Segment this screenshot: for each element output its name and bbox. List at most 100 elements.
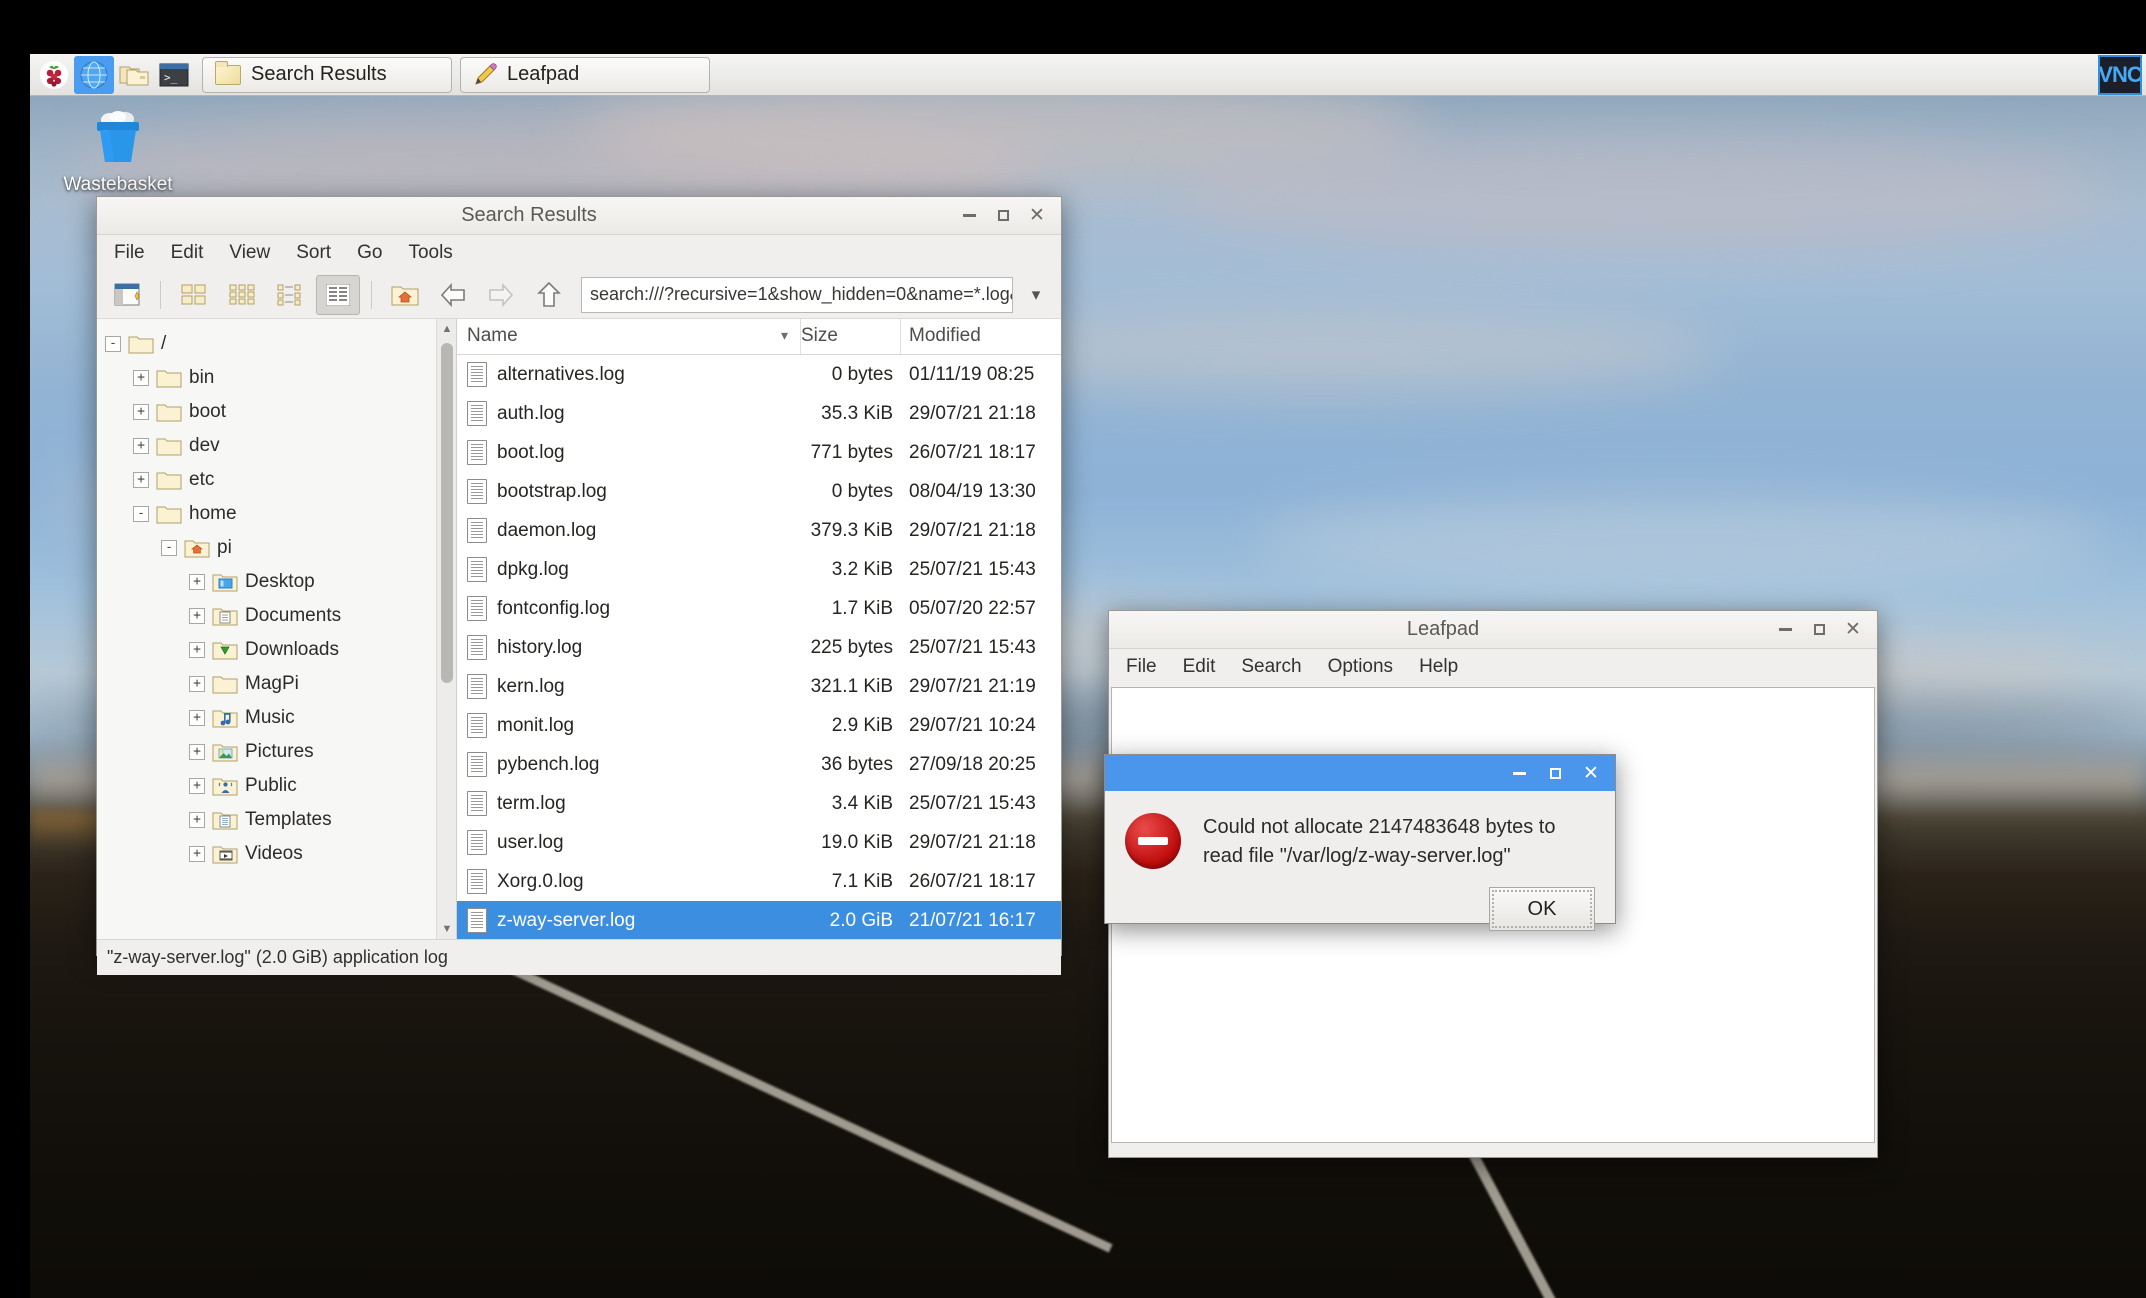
expand-toggle-icon[interactable]: + [189, 642, 205, 658]
tree-item-pi[interactable]: - pi [105, 531, 456, 565]
menu-help[interactable]: Help [1416, 654, 1461, 680]
collapse-toggle-icon[interactable]: - [161, 540, 177, 556]
file-row[interactable]: alternatives.log 0 bytes 01/11/19 08:25 [457, 355, 1061, 394]
up-button[interactable] [527, 275, 571, 315]
menu-file[interactable]: File [111, 240, 148, 266]
menu-options[interactable]: Options [1325, 654, 1396, 680]
tree-item-home[interactable]: - home [105, 497, 456, 531]
folder-icon [156, 506, 182, 523]
taskbar-task-leafpad[interactable]: Leafpad [460, 56, 710, 93]
file-row[interactable]: fontconfig.log 1.7 KiB 05/07/20 22:57 [457, 589, 1061, 628]
tree-item-templates[interactable]: + Templates [105, 803, 456, 837]
expand-toggle-icon[interactable]: + [133, 404, 149, 420]
scroll-up-arrow-icon[interactable]: ▲ [437, 319, 456, 339]
launcher-raspberry-menu[interactable] [34, 56, 74, 94]
launcher-terminal[interactable]: >_ [154, 56, 194, 94]
menu-sort[interactable]: Sort [293, 240, 334, 266]
compact-view-button[interactable] [220, 275, 264, 315]
forward-button[interactable] [479, 275, 523, 315]
menu-tools[interactable]: Tools [405, 240, 455, 266]
file-list-pane: Name ▾ Size Modified alternatives.log 0 b… [457, 319, 1061, 939]
ok-button[interactable]: OK [1489, 887, 1595, 931]
file-row[interactable]: monit.log 2.9 KiB 29/07/21 10:24 [457, 706, 1061, 745]
expand-toggle-icon[interactable]: + [189, 710, 205, 726]
expand-toggle-icon[interactable]: + [133, 370, 149, 386]
tree-item-magpi[interactable]: + MagPi [105, 667, 456, 701]
menu-edit[interactable]: Edit [1180, 654, 1219, 680]
file-modified-cell: 26/07/21 18:17 [909, 441, 1036, 463]
tree-item-public[interactable]: + Public [105, 769, 456, 803]
expand-toggle-icon[interactable]: + [189, 676, 205, 692]
maximize-button[interactable] [995, 206, 1011, 225]
home-button[interactable] [383, 275, 427, 315]
tree-item-desktop[interactable]: + Desktop [105, 565, 456, 599]
tree-item-dev[interactable]: + dev [105, 429, 456, 463]
file-row[interactable]: user.log 19.0 KiB 29/07/21 21:18 [457, 823, 1061, 862]
maximize-button[interactable] [1811, 620, 1827, 639]
taskbar-task-search-results[interactable]: Search Results [202, 56, 452, 93]
expand-toggle-icon[interactable]: + [189, 846, 205, 862]
column-header-size[interactable]: Size [801, 319, 901, 354]
expand-toggle-icon[interactable]: + [133, 472, 149, 488]
file-row[interactable]: dpkg.log 3.2 KiB 25/07/21 15:43 [457, 550, 1061, 589]
tree-item-downloads[interactable]: + Downloads [105, 633, 456, 667]
sidebar-scrollbar[interactable]: ▲ ▼ [436, 319, 456, 939]
launcher-file-manager[interactable] [114, 56, 154, 94]
file-row[interactable]: auth.log 35.3 KiB 29/07/21 21:18 [457, 394, 1061, 433]
menu-file[interactable]: File [1123, 654, 1160, 680]
file-row[interactable]: boot.log 771 bytes 26/07/21 18:17 [457, 433, 1061, 472]
tree-item-music[interactable]: + Music [105, 701, 456, 735]
close-button[interactable]: ✕ [1583, 764, 1599, 783]
file-row[interactable]: history.log 225 bytes 25/07/21 15:43 [457, 628, 1061, 667]
scroll-down-arrow-icon[interactable]: ▼ [437, 919, 456, 939]
sidebar-scroll-thumb[interactable] [441, 343, 453, 683]
file-row[interactable]: daemon.log 379.3 KiB 29/07/21 21:18 [457, 511, 1061, 550]
expand-toggle-icon[interactable]: + [189, 812, 205, 828]
file-manager-titlebar[interactable]: Search Results ✕ [97, 197, 1061, 235]
icon-view-button[interactable] [172, 275, 216, 315]
error-dialog-titlebar[interactable]: ✕ [1105, 755, 1615, 791]
path-input[interactable]: search:///?recursive=1&show_hidden=0&nam… [581, 276, 1013, 313]
expand-toggle-icon[interactable]: + [189, 608, 205, 624]
leafpad-titlebar[interactable]: Leafpad ✕ [1109, 611, 1877, 649]
expand-toggle-icon[interactable]: + [133, 438, 149, 454]
launcher-web-browser[interactable] [74, 55, 114, 94]
desktop-icon-wastebasket[interactable]: Wastebasket [58, 108, 178, 196]
menu-edit[interactable]: Edit [168, 240, 207, 266]
file-row[interactable]: z-way-server.log 2.0 GiB 21/07/21 16:17 [457, 901, 1061, 939]
minimize-button[interactable] [961, 206, 977, 225]
file-row[interactable]: kern.log 321.1 KiB 29/07/21 21:19 [457, 667, 1061, 706]
file-row[interactable]: term.log 3.4 KiB 25/07/21 15:43 [457, 784, 1061, 823]
collapse-toggle-icon[interactable]: - [105, 336, 121, 352]
menu-view[interactable]: View [226, 240, 273, 266]
tree-item-videos[interactable]: + Videos [105, 837, 456, 871]
expand-toggle-icon[interactable]: + [189, 778, 205, 794]
file-row[interactable]: pybench.log 36 bytes 27/09/18 20:25 [457, 745, 1061, 784]
tree-item-[interactable]: - / [105, 327, 456, 361]
file-row[interactable]: bootstrap.log 0 bytes 08/04/19 13:30 [457, 472, 1061, 511]
close-button[interactable]: ✕ [1029, 206, 1045, 225]
thumbnail-view-button[interactable] [268, 275, 312, 315]
minimize-button[interactable] [1511, 764, 1527, 783]
tree-item-boot[interactable]: + boot [105, 395, 456, 429]
vnc-tray-icon[interactable]: VNC [2098, 54, 2142, 95]
collapse-toggle-icon[interactable]: - [133, 506, 149, 522]
column-header-name[interactable]: Name ▾ [457, 319, 801, 354]
tree-item-etc[interactable]: + etc [105, 463, 456, 497]
expand-toggle-icon[interactable]: + [189, 744, 205, 760]
menu-go[interactable]: Go [354, 240, 385, 266]
tree-item-bin[interactable]: + bin [105, 361, 456, 395]
tree-item-pictures[interactable]: + Pictures [105, 735, 456, 769]
detailed-list-view-button[interactable] [316, 274, 360, 315]
minimize-button[interactable] [1777, 620, 1793, 639]
file-row[interactable]: Xorg.0.log 7.1 KiB 26/07/21 18:17 [457, 862, 1061, 901]
column-header-modified[interactable]: Modified [901, 319, 1061, 354]
expand-toggle-icon[interactable]: + [189, 574, 205, 590]
new-tab-button[interactable] [105, 275, 149, 315]
path-dropdown-button[interactable]: ▾ [1019, 277, 1053, 313]
menu-search[interactable]: Search [1238, 654, 1304, 680]
tree-item-documents[interactable]: + Documents [105, 599, 456, 633]
close-button[interactable]: ✕ [1845, 620, 1861, 639]
maximize-button[interactable] [1547, 764, 1563, 783]
back-button[interactable] [431, 275, 475, 315]
